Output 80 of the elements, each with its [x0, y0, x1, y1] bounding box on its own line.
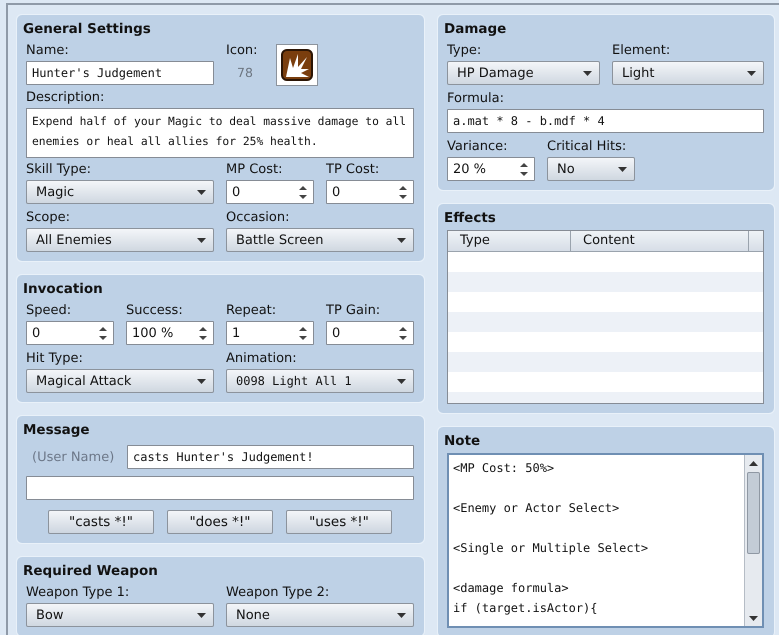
dropdown[interactable]: All Enemies: [26, 228, 214, 252]
spin-box[interactable]: 20 %: [447, 157, 535, 181]
name-field[interactable]: Hunter's Judgement: [26, 61, 214, 85]
icon-index: 78: [236, 64, 254, 82]
field-label: Occasion:: [226, 210, 290, 225]
spin-box[interactable]: 0: [26, 321, 114, 345]
spinner-arrows-icon: [399, 326, 407, 340]
spin-box[interactable]: 0: [326, 321, 414, 345]
field-label: Description:: [26, 90, 104, 105]
field-label: Weapon Type 1:: [26, 585, 130, 600]
field-label: Critical Hits:: [547, 139, 626, 154]
dropdown-arrow-icon: [618, 166, 627, 172]
spinner-arrows-icon: [199, 326, 207, 340]
field-label: Variance:: [447, 139, 508, 154]
column-header[interactable]: [749, 231, 763, 252]
spin-box[interactable]: 1: [226, 321, 314, 345]
field-label: Skill Type:: [26, 162, 91, 177]
spin-box[interactable]: 100 %: [126, 321, 214, 345]
spinner-arrows-icon: [299, 326, 307, 340]
spinner-arrows-icon: [520, 162, 528, 176]
panel-title: Note: [444, 433, 480, 449]
field-label: Success:: [126, 303, 183, 318]
spinner-arrows-icon: [399, 184, 407, 200]
description-field[interactable]: Expend half of your Magic to deal massive damage to all enemies or heal all allies for 25% health.: [26, 108, 414, 158]
panel-title: Invocation: [23, 281, 103, 297]
field-label: Weapon Type 2:: [226, 585, 330, 600]
insert-message-button[interactable]: "uses *!": [286, 510, 392, 534]
field-label: TP Cost:: [326, 162, 380, 177]
spinner-arrows-icon: [299, 184, 307, 200]
dropdown[interactable]: HP Damage: [447, 61, 600, 85]
field-label: Speed:: [26, 303, 72, 318]
dropdown[interactable]: None: [226, 603, 414, 627]
column-header[interactable]: Content: [571, 231, 749, 252]
spinner-arrows-icon: [99, 326, 107, 340]
scroll-up-icon: [749, 460, 758, 466]
dropdown-arrow-icon: [583, 70, 592, 76]
field-label: Animation:: [226, 351, 297, 366]
field-label: TP Gain:: [326, 303, 380, 318]
spin-box[interactable]: 0: [226, 180, 314, 204]
scroll-down-icon: [749, 616, 758, 620]
dropdown-arrow-icon: [397, 238, 406, 242]
panel-title: Required Weapon: [23, 563, 158, 579]
panel-title: Message: [23, 422, 90, 438]
dropdown-arrow-icon: [397, 612, 406, 618]
burst-icon[interactable]: [276, 44, 318, 86]
formula-field[interactable]: a.mat * 8 - b.mdf * 4: [447, 109, 764, 133]
field-label: Type:: [447, 43, 482, 58]
user-name-label: (User Name): [31, 450, 116, 464]
dropdown[interactable]: No: [547, 157, 635, 181]
insert-message-button[interactable]: "casts *!": [48, 510, 154, 534]
dropdown[interactable]: Magical Attack: [26, 369, 214, 393]
field-label: MP Cost:: [226, 162, 282, 177]
scrollbar[interactable]: [744, 455, 762, 626]
column-header[interactable]: Type: [448, 231, 571, 252]
dropdown[interactable]: Light: [612, 61, 764, 85]
message-field[interactable]: casts Hunter's Judgement!: [127, 445, 414, 469]
effects-table[interactable]: Type Content: [447, 230, 764, 404]
panel-title: General Settings: [23, 21, 151, 37]
field-label: Element:: [612, 43, 670, 58]
dropdown-arrow-icon: [197, 190, 206, 194]
dropdown-arrow-icon: [197, 378, 206, 384]
dropdown[interactable]: Battle Screen: [226, 228, 414, 252]
field-label: Repeat:: [226, 303, 276, 318]
panel-title: Damage: [444, 21, 506, 37]
field-label: Hit Type:: [26, 351, 83, 366]
field-label: Name:: [26, 43, 69, 58]
field-label: Icon:: [226, 43, 258, 58]
panel-title: Effects: [444, 210, 496, 226]
insert-message-button[interactable]: "does *!": [167, 510, 273, 534]
message-field[interactable]: [26, 476, 414, 500]
dropdown-arrow-icon: [397, 378, 406, 384]
dropdown-arrow-icon: [197, 612, 206, 618]
dropdown-arrow-icon: [197, 238, 206, 242]
spin-box[interactable]: 0: [326, 180, 414, 204]
field-label: Formula:: [447, 91, 504, 106]
dropdown[interactable]: Magic: [26, 180, 214, 204]
field-label: Scope:: [26, 210, 70, 225]
dropdown-arrow-icon: [747, 70, 756, 76]
dropdown[interactable]: 0098 Light All 1: [226, 369, 414, 393]
dropdown[interactable]: Bow: [26, 603, 214, 627]
